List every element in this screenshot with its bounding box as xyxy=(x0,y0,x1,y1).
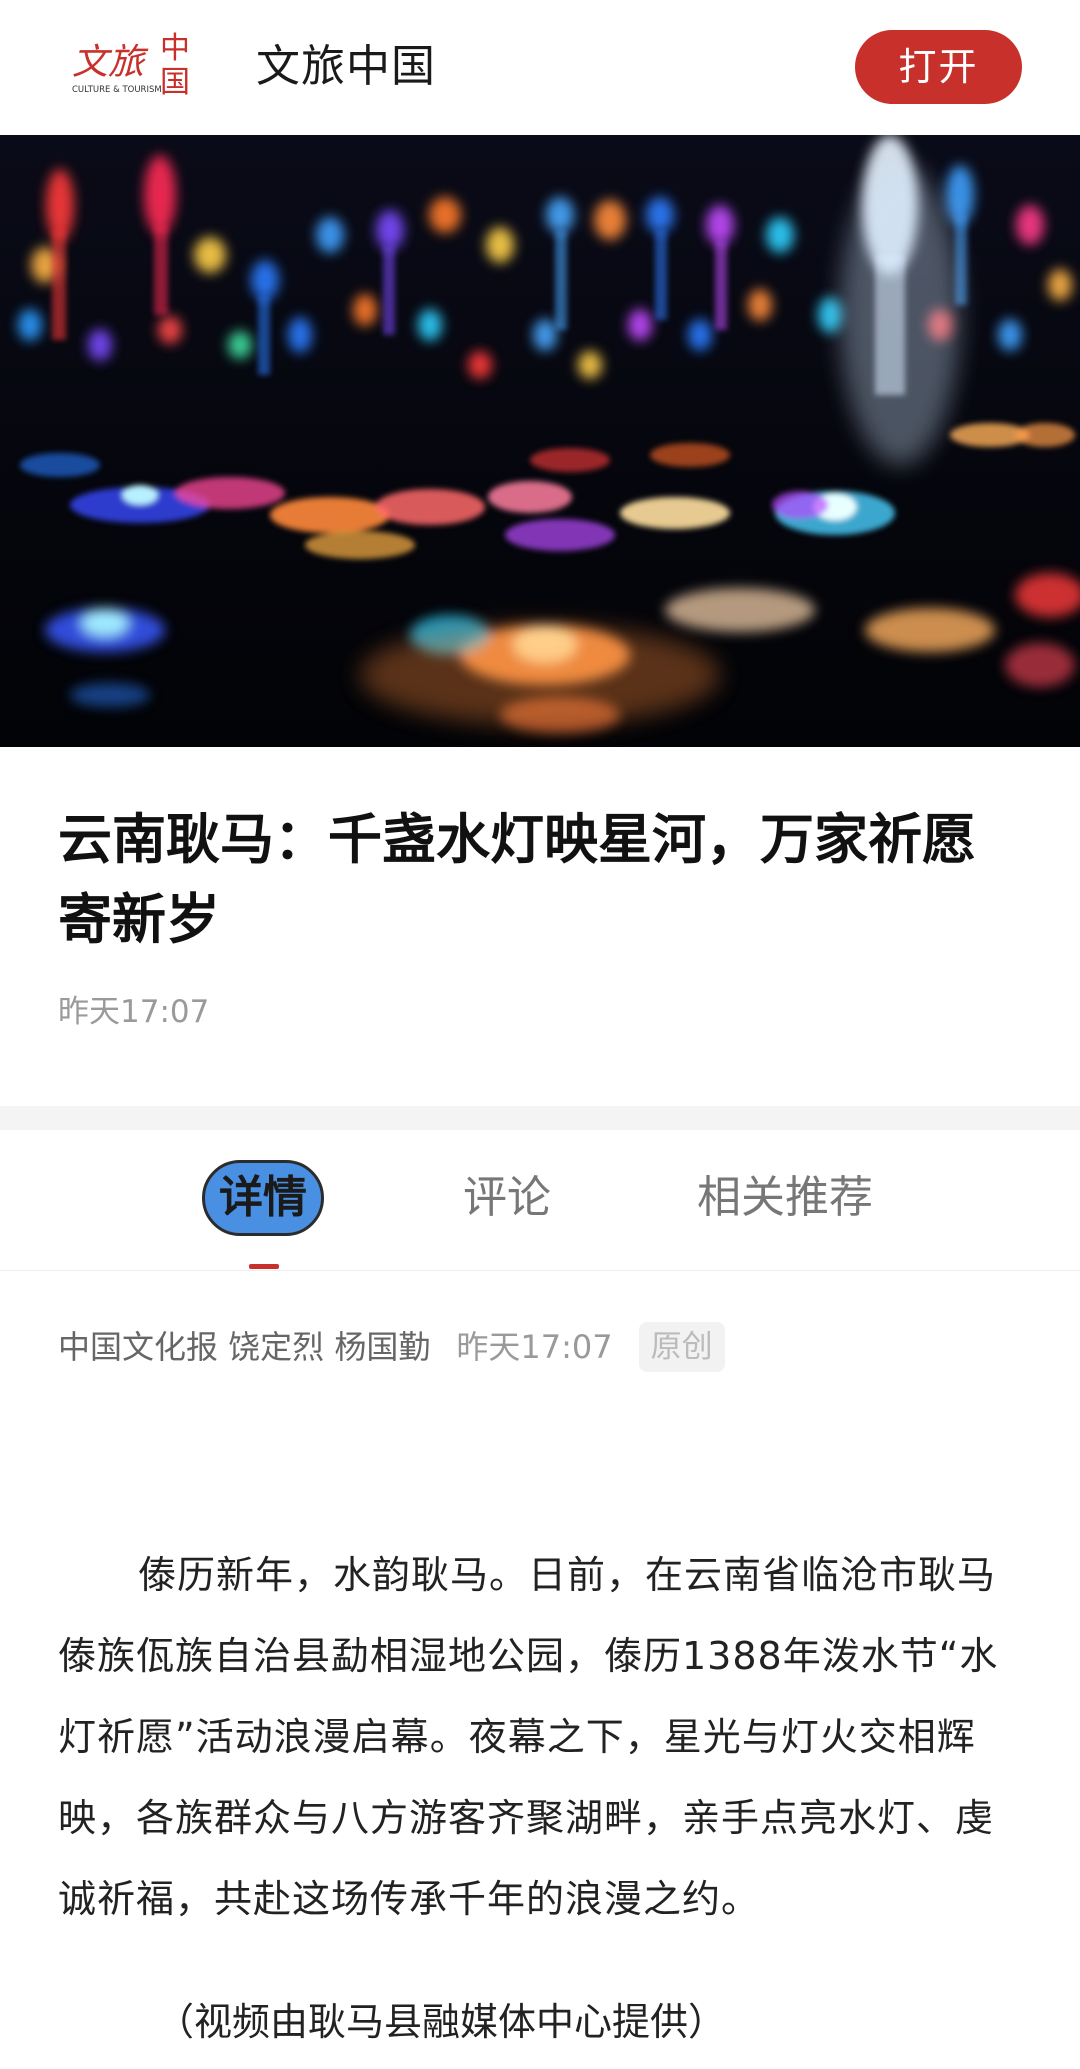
original-badge: 原创 xyxy=(638,1322,725,1372)
open-app-button[interactable]: 打开 xyxy=(855,30,1022,104)
active-tab-indicator xyxy=(249,1264,279,1269)
tab-related[interactable]: 相关推荐 xyxy=(690,1160,880,1236)
svg-text:国: 国 xyxy=(160,65,190,100)
app-name: 文旅中国 xyxy=(256,41,436,92)
publish-time: 昨天17:07 xyxy=(58,994,210,1030)
section-divider xyxy=(0,1106,1080,1130)
svg-text:文旅: 文旅 xyxy=(72,42,149,83)
article-byline: 中国文化报 饶定烈 杨国勤 昨天17:07 原创 xyxy=(58,1322,725,1372)
hero-image-water-lanterns[interactable] xyxy=(0,135,1080,747)
svg-text:中: 中 xyxy=(160,31,190,66)
video-caption: （视频由耿马县融媒体中心提供） xyxy=(156,2000,727,2044)
svg-text:CULTURE & TOURISM: CULTURE & TOURISM xyxy=(72,85,162,95)
article-title: 云南耿马：千盏水灯映星河，万家祈愿寄新岁 xyxy=(58,808,976,951)
article-paragraph: 傣历新年，水韵耿马。日前，在云南省临沧市耿马傣族佤族自治县勐相湿地公园，傣历13… xyxy=(58,1553,999,1921)
app-header: 文旅 中 国 CULTURE & TOURISM 文旅中国 打开 xyxy=(0,0,1080,135)
tab-details[interactable]: 详情 xyxy=(202,1160,324,1236)
byline-date: 昨天17:07 xyxy=(456,1328,613,1366)
byline-source: 中国文化报 饶定烈 杨国勤 xyxy=(58,1328,431,1366)
article-tabs: 详情 评论 相关推荐 xyxy=(0,1130,1080,1271)
culture-tourism-logo-icon: 文旅 中 国 CULTURE & TOURISM xyxy=(72,28,204,104)
tab-comments[interactable]: 评论 xyxy=(452,1160,562,1236)
